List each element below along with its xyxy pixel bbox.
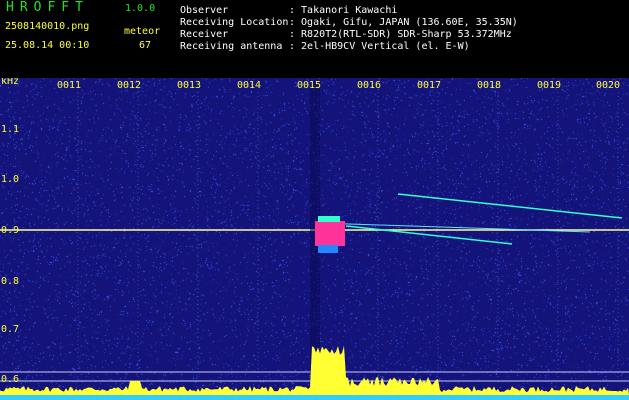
field-value-receiver: : R820T2(RTL-SDR) SDR-Sharp 53.372MHz — [289, 29, 512, 40]
meteor-burst-edge — [318, 216, 340, 222]
grid-lines — [77, 92, 619, 378]
field-label-observer: Observer — [180, 5, 229, 16]
activity-trace — [0, 345, 629, 395]
time-tick-0011: 0011 — [57, 80, 82, 91]
time-tick-0018: 0018 — [477, 80, 502, 91]
time-tick-0012: 0012 — [117, 80, 142, 91]
header: HROFFT 1.0.0 2508140010.png meteor 25.08… — [0, 0, 629, 78]
meteor-burst — [315, 221, 345, 246]
time-tick-0019: 0019 — [537, 80, 562, 91]
field-value-location: : Ogaki, Gifu, JAPAN (136.60E, 35.35N) — [289, 17, 518, 28]
field-label-location: Receiving Location — [180, 17, 289, 28]
date-time: 25.08.14 00:10 — [5, 40, 90, 51]
field-value-antenna: : 2el-HB9CV Vertical (el. E-W) — [289, 41, 470, 52]
freq-tick-1.1: 1.1 — [1, 124, 20, 135]
meteor-label: meteor — [124, 26, 161, 37]
field-value-observer: : Takanori Kawachi — [289, 5, 398, 16]
field-label-antenna: Receiving antenna — [180, 41, 283, 52]
unit-label: kHz — [1, 78, 20, 87]
time-tick-0020: 0020 — [596, 80, 621, 91]
file-name: 2508140010.png — [5, 21, 90, 32]
spectrogram-marks — [0, 82, 629, 400]
freq-tick-0.8: 0.8 — [1, 276, 20, 287]
spectrogram: kHz 0011 0012 0013 0014 0015 0016 0017 0… — [0, 78, 629, 400]
freq-tick-0.9: 0.9 — [1, 225, 20, 236]
meteor-trail-upper — [397, 193, 623, 219]
app-title: HROFFT — [6, 0, 89, 15]
freq-tick-1.0: 1.0 — [1, 174, 20, 185]
app-version: 1.0.0 — [125, 3, 156, 14]
time-tick-0015: 0015 — [297, 80, 322, 91]
freq-tick-0.6: 0.6 — [1, 374, 20, 385]
meteor-count: 67 — [139, 40, 152, 51]
activity-floor — [0, 395, 629, 400]
time-tick-0016: 0016 — [357, 80, 382, 91]
field-label-receiver: Receiver — [180, 29, 229, 40]
freq-tick-0.7: 0.7 — [1, 324, 20, 335]
time-tick-0017: 0017 — [417, 80, 442, 91]
meteor-burst-tail — [318, 245, 338, 253]
time-tick-0013: 0013 — [177, 80, 202, 91]
time-tick-0014: 0014 — [237, 80, 262, 91]
